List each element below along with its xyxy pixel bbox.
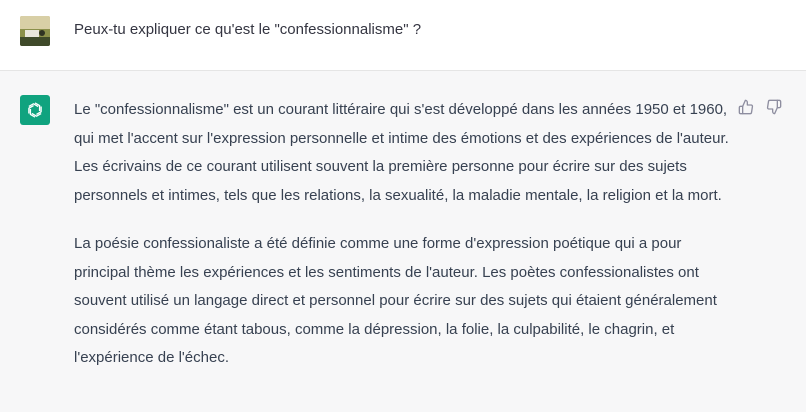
thumbs-up-icon[interactable] bbox=[738, 99, 754, 115]
assistant-message-row: Le "confessionnalisme" est un courant li… bbox=[0, 71, 806, 412]
chatgpt-logo-icon bbox=[20, 95, 50, 125]
assistant-paragraph-2: La poésie confessionaliste a été définie… bbox=[74, 235, 717, 366]
user-avatar bbox=[20, 16, 50, 46]
assistant-paragraph-1: Le "confessionnalisme" est un courant li… bbox=[74, 101, 729, 204]
user-message-text: Peux-tu expliquer ce qu'est le "confessi… bbox=[74, 21, 422, 38]
thumbs-down-icon[interactable] bbox=[766, 99, 782, 115]
assistant-message-text: Le "confessionnalisme" est un courant li… bbox=[74, 96, 734, 393]
user-message-row: Peux-tu expliquer ce qu'est le "confessi… bbox=[0, 0, 806, 71]
